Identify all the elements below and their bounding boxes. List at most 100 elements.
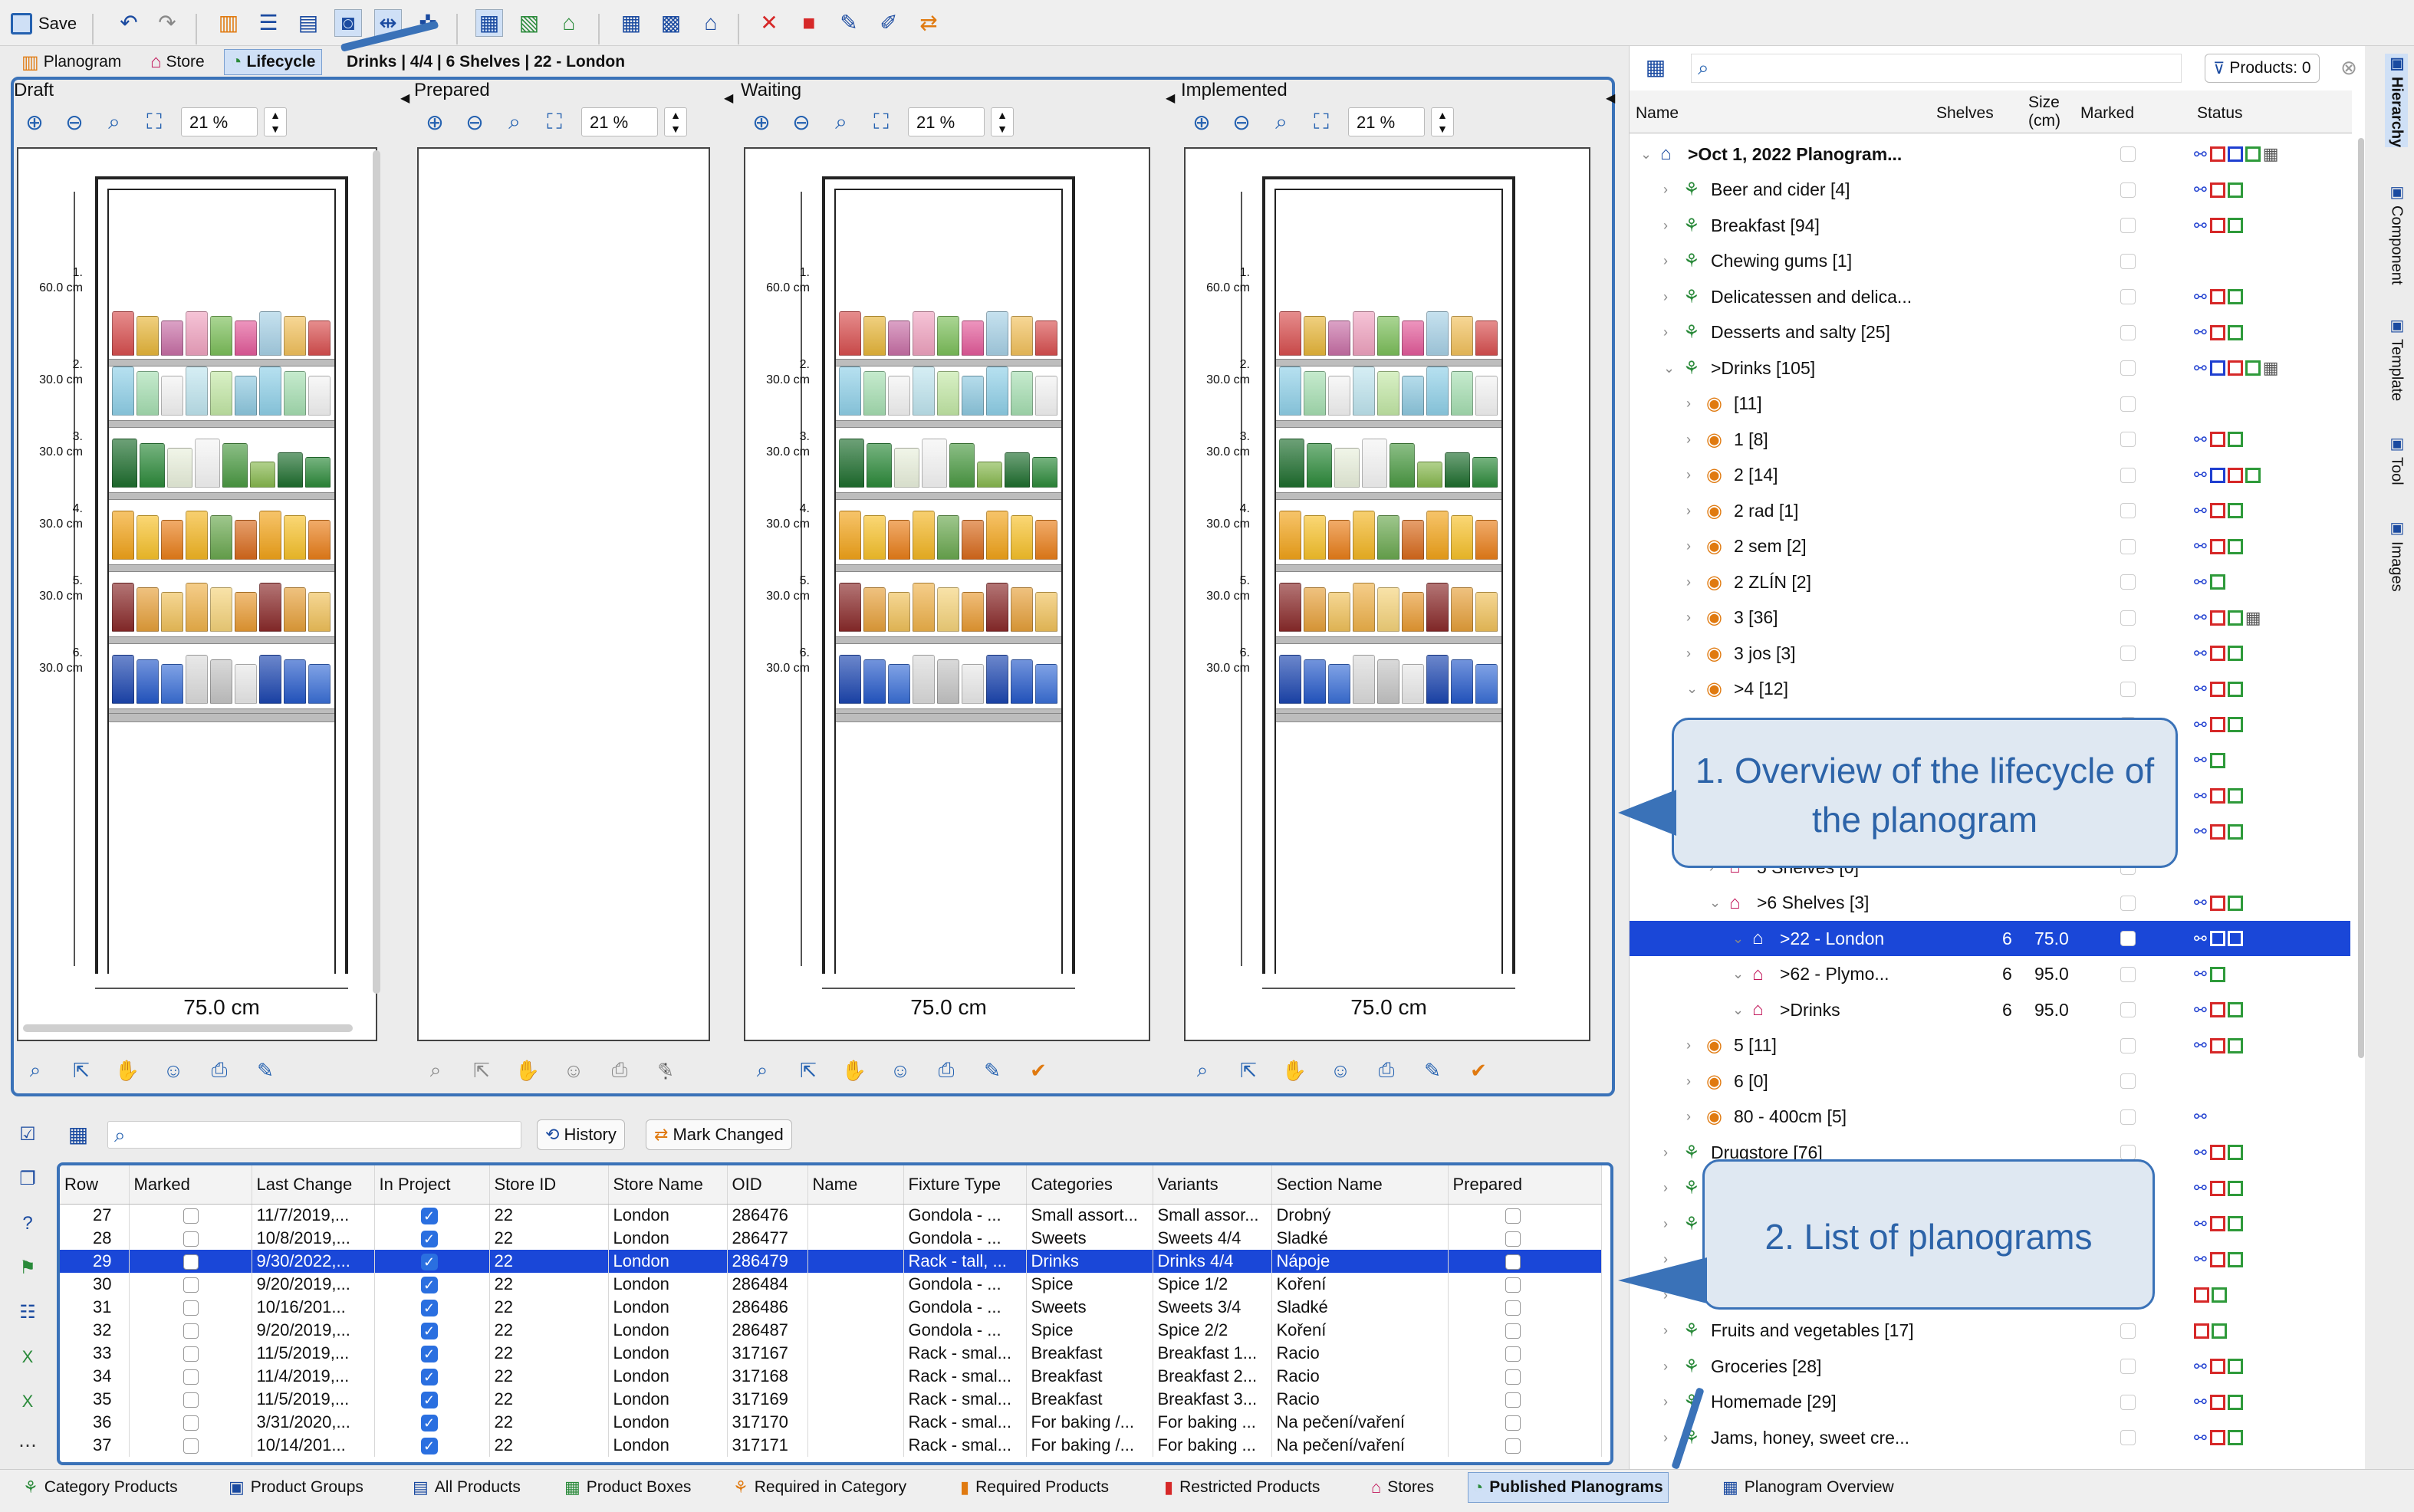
prepared-checkbox[interactable] [1448, 1250, 1602, 1273]
table-row[interactable]: 28 10/8/2019,... ✓ 22 London 286477 Gondola - … [60, 1227, 1602, 1250]
table-row[interactable]: 27 11/7/2019,... ✓ 22 London 286476 Gondola - … [60, 1204, 1602, 1227]
product-facing[interactable] [1451, 371, 1473, 416]
col-header[interactable]: Variants [1153, 1165, 1272, 1205]
product-facing[interactable] [1426, 311, 1449, 356]
product-facing[interactable] [1035, 320, 1057, 356]
tree-item[interactable]: › ⚘ Beer and cider [4] ⚯ [1630, 173, 2350, 208]
product-facing[interactable] [235, 520, 257, 560]
bottom-tab-8[interactable]: ◔ Published Planograms [1468, 1472, 1669, 1503]
product-facing[interactable] [986, 583, 1008, 632]
edit-off-icon[interactable]: ✎ [835, 9, 863, 37]
fit-icon[interactable]: ⛶ [868, 109, 894, 135]
product-facing[interactable] [1353, 655, 1375, 704]
prepared-checkbox[interactable] [1448, 1434, 1602, 1457]
shelves-icon[interactable]: ▧ [515, 9, 543, 37]
tree-item[interactable]: › ⚘ Groceries [28] ⚯ [1630, 1349, 2350, 1384]
collapse-arrow-icon[interactable]: ◀ [1606, 90, 1615, 106]
select-icon[interactable]: ⇱ [468, 1057, 495, 1084]
list-icon[interactable]: ☰ [255, 9, 282, 37]
product-facing[interactable] [977, 462, 1002, 488]
marked-checkbox[interactable] [129, 1365, 252, 1388]
product-facing[interactable] [1032, 457, 1057, 488]
product-facing[interactable] [1451, 659, 1473, 704]
bottom-tab-0[interactable]: ⚘ Category Products [18, 1472, 183, 1503]
approve-icon[interactable]: ✔ [1465, 1057, 1492, 1084]
print-icon[interactable]: ⎙ [606, 1057, 633, 1084]
collapse-arrow-icon[interactable]: ◀ [724, 90, 733, 106]
expand-chevron-icon[interactable]: ⌄ [1732, 1002, 1744, 1018]
product-facing[interactable] [161, 376, 183, 416]
tree-item-marked[interactable] [2120, 503, 2136, 518]
product-facing[interactable] [112, 366, 134, 416]
col-header[interactable]: OID [727, 1165, 808, 1205]
person-icon[interactable]: ☺ [160, 1057, 187, 1084]
layout-icon[interactable]: ▦ [475, 9, 503, 37]
zoom-field[interactable]: 21 % [181, 107, 258, 136]
product-facing[interactable] [186, 655, 208, 704]
expand-chevron-icon[interactable]: › [1663, 1394, 1668, 1410]
more-icon[interactable]: ⋮ [652, 1057, 679, 1084]
product-facing[interactable] [112, 511, 134, 560]
product-facing[interactable] [962, 320, 984, 356]
in-project-checkbox[interactable]: ✓ [374, 1250, 490, 1273]
expand-chevron-icon[interactable]: › [1663, 1359, 1668, 1375]
camera-icon[interactable]: ◙ [334, 9, 362, 37]
zoom-field[interactable]: 21 % [581, 107, 658, 136]
prepared-checkbox[interactable] [1448, 1388, 1602, 1411]
product-facing[interactable] [839, 655, 861, 704]
product-facing[interactable] [922, 439, 947, 488]
product-facing[interactable] [863, 371, 886, 416]
tree-item-marked[interactable] [2120, 574, 2136, 590]
bottom-tab-7[interactable]: ⌂ Stores [1367, 1472, 1439, 1503]
product-facing[interactable] [305, 457, 331, 488]
print-icon[interactable]: ⎙ [206, 1057, 233, 1084]
product-facing[interactable] [1279, 583, 1301, 632]
collapse-arrow-icon[interactable]: ◀ [1166, 90, 1175, 106]
tree-item-marked[interactable] [2120, 432, 2136, 447]
tree-item[interactable]: ⌄ ⌂ >6 Shelves [3] ⚯ [1630, 886, 2350, 921]
undo-icon[interactable]: ↶ [115, 9, 143, 37]
tree-item[interactable]: › ◉ [11] [1630, 386, 2350, 422]
tree-item[interactable]: › ◉ 2 rad [1] ⚯ [1630, 493, 2350, 528]
in-project-checkbox[interactable]: ✓ [374, 1296, 490, 1319]
product-facing[interactable] [1304, 316, 1326, 356]
product-facing[interactable] [1402, 664, 1424, 704]
excel-export-icon[interactable]: X [14, 1388, 41, 1415]
zoom-out-icon[interactable]: ⊖ [61, 109, 87, 135]
zoom-search-icon[interactable]: ⌕ [1268, 109, 1294, 135]
grid-icon[interactable]: ▩ [657, 9, 685, 37]
product-facing[interactable] [140, 443, 165, 488]
fit-icon[interactable]: ⛶ [541, 109, 567, 135]
tree-item-marked[interactable] [2120, 1430, 2136, 1445]
zoom-search-icon[interactable]: ⌕ [828, 109, 854, 135]
table-row[interactable]: 29 9/30/2022,... ✓ 22 London 286479 Rack - tal… [60, 1250, 1602, 1273]
question-icon[interactable]: ? [14, 1210, 41, 1238]
product-facing[interactable] [1402, 376, 1424, 416]
zoom-search-icon[interactable]: ⌕ [502, 109, 528, 135]
zoom-search-icon[interactable]: ⌕ [21, 1057, 49, 1084]
document-icon[interactable]: ☷ [14, 1299, 41, 1326]
product-facing[interactable] [186, 583, 208, 632]
flag-icon[interactable]: ⚑ [14, 1254, 41, 1282]
col-header[interactable]: Section Name [1271, 1165, 1449, 1205]
product-facing[interactable] [986, 366, 1008, 416]
tree-item-marked[interactable] [2120, 289, 2136, 304]
product-facing[interactable] [894, 448, 919, 488]
zoom-stepper[interactable]: ▲ ▼ [1431, 107, 1454, 136]
marked-checkbox[interactable] [129, 1250, 252, 1273]
planogram-canvas[interactable] [417, 147, 710, 1041]
col-name[interactable]: Name [1636, 104, 1679, 123]
select-icon[interactable]: ⇱ [1235, 1057, 1262, 1084]
in-project-checkbox[interactable]: ✓ [374, 1411, 490, 1434]
tree-item[interactable]: ⌄ ⚘ >Drinks [105] ⚯ ▦ [1630, 350, 2350, 386]
print-icon[interactable]: ⎙ [932, 1057, 960, 1084]
hand-icon[interactable]: ✋ [113, 1057, 141, 1084]
zoom-stepper[interactable]: ▲ ▼ [991, 107, 1014, 136]
col-header[interactable]: Store ID [489, 1165, 609, 1205]
product-facing[interactable] [1377, 587, 1399, 632]
product-facing[interactable] [1328, 320, 1350, 356]
tree-item[interactable]: › ⚘ Desserts and salty [25] ⚯ [1630, 315, 2350, 350]
product-facing[interactable] [1451, 316, 1473, 356]
more-icon[interactable]: ⋯ [14, 1432, 41, 1460]
product-facing[interactable] [136, 587, 159, 632]
